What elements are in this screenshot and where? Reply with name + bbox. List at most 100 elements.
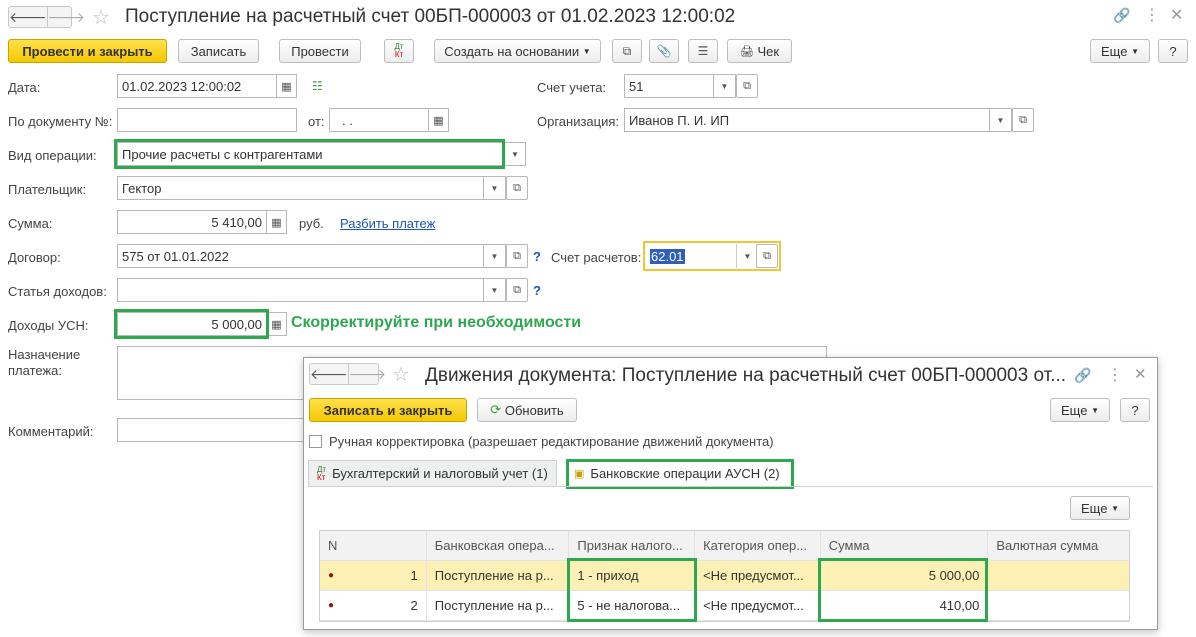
favorite-star-icon[interactable]: ☆ <box>92 5 110 30</box>
post-button[interactable]: Провести <box>279 39 361 63</box>
link-icon[interactable]: 🔗 <box>1074 367 1091 384</box>
list-icon[interactable]: ☰ <box>688 39 718 63</box>
calculator-icon[interactable]: ▦ <box>267 210 287 234</box>
favorite-star-icon[interactable]: ☆ <box>392 362 410 387</box>
contract-input[interactable]: 575 от 01.01.2022 <box>117 244 484 268</box>
column-header[interactable]: Банковская опера... <box>427 531 570 560</box>
attachment-icon[interactable]: 📎 <box>649 39 679 63</box>
open-form-icon[interactable]: ⧉ <box>506 278 528 302</box>
operation-type-select[interactable]: Прочие расчеты с контрагентами <box>117 142 504 166</box>
contract-help-icon[interactable]: ? <box>533 249 541 264</box>
cash-register-icon: 🖨 <box>739 45 754 58</box>
help-button[interactable]: ? <box>1158 39 1188 63</box>
nav-buttons: 🡐 🡒 <box>8 6 85 28</box>
calculator-icon[interactable]: ▦ <box>267 312 287 336</box>
structure-icon[interactable]: ⧉ <box>612 39 642 63</box>
from-date-input[interactable]: . . <box>329 108 429 132</box>
chevron-down-icon: ▼ <box>1111 503 1119 513</box>
date-label: Дата: <box>8 80 41 95</box>
operation-type-label: Вид операции: <box>8 148 97 163</box>
check-label: Чек <box>757 43 780 59</box>
sum-cell: 410,00 <box>821 591 989 620</box>
open-form-icon[interactable]: ⧉ <box>756 244 778 268</box>
calendar-icon[interactable]: ▦ <box>277 74 297 98</box>
column-header[interactable]: Сумма <box>821 531 989 560</box>
open-form-icon[interactable]: ⧉ <box>1012 108 1034 132</box>
account-input[interactable]: 51 <box>624 74 714 98</box>
table-row[interactable]: ● 2 Поступление на р... 5 - не налогова..… <box>320 591 1129 621</box>
chevron-down-icon[interactable]: ▼ <box>736 244 758 268</box>
payer-input[interactable]: Гектор <box>117 176 484 200</box>
chevron-down-icon[interactable]: ▼ <box>504 142 526 166</box>
close-icon[interactable]: ✕ <box>1170 5 1183 25</box>
column-header[interactable]: Признак налого... <box>569 531 696 560</box>
more-vertical-icon[interactable]: ⋮ <box>1107 365 1123 385</box>
open-form-icon[interactable]: ⧉ <box>506 176 528 200</box>
chevron-down-icon: ▼ <box>1091 405 1099 415</box>
more-button[interactable]: Еще ▼ <box>1090 39 1150 63</box>
open-form-icon[interactable]: ⧉ <box>506 244 528 268</box>
modal-more-button[interactable]: Еще ▼ <box>1050 398 1110 422</box>
comment-label: Комментарий: <box>8 424 94 439</box>
movements-table: N Банковская опера... Признак налого... … <box>319 530 1130 622</box>
chevron-down-icon[interactable]: ▼ <box>714 74 736 98</box>
edit-list-icon[interactable]: ☷ <box>312 79 323 93</box>
open-form-icon[interactable]: ⧉ <box>736 74 758 98</box>
settlement-account-label: Счет расчетов: <box>551 250 642 265</box>
table-header: N Банковская опера... Признак налого... … <box>320 531 1129 561</box>
calendar-icon[interactable]: ▦ <box>429 108 449 132</box>
post-and-close-button[interactable]: Провести и закрыть <box>8 39 167 63</box>
sum-cell: 5 000,00 <box>821 561 989 590</box>
chevron-down-icon[interactable]: ▼ <box>484 176 506 200</box>
save-and-close-button[interactable]: Записать и закрыть <box>309 398 467 422</box>
usn-income-input[interactable]: 5 000,00 <box>117 312 267 336</box>
tax-sign-cell: 5 - не налогова... <box>569 591 696 620</box>
grid-more-button[interactable]: Еще ▼ <box>1070 496 1130 520</box>
refresh-button[interactable]: ⟳ Обновить <box>477 398 577 422</box>
split-payment-link[interactable]: Разбить платеж <box>340 216 435 231</box>
doc-number-label: По документу №: <box>8 114 113 129</box>
back-arrow-icon[interactable]: 🡐 <box>310 364 348 384</box>
more-vertical-icon[interactable]: ⋮ <box>1144 5 1160 25</box>
forward-arrow-icon[interactable]: 🡒 <box>46 7 85 27</box>
income-item-input[interactable] <box>117 278 484 302</box>
organization-input[interactable]: Иванов П. И. ИП <box>624 108 990 132</box>
chevron-down-icon: ▼ <box>582 46 591 56</box>
record-dot-icon: ● <box>328 570 335 581</box>
tax-sign-cell: 1 - приход <box>569 561 696 590</box>
tab-accounting[interactable]: Дт Кт Бухгалтерский и налоговый учет (1) <box>308 460 557 486</box>
column-header[interactable]: Валютная сумма <box>988 531 1129 560</box>
manual-correction-checkbox[interactable] <box>309 435 322 448</box>
account-label: Счет учета: <box>537 80 607 95</box>
dt-kt-icon: Дт Кт <box>317 464 327 482</box>
tab-bank-operations[interactable]: ▣ Банковские операции АУСН (2) <box>566 460 788 486</box>
create-based-on-label: Создать на основании <box>444 43 580 59</box>
row-number-cell: ● 2 <box>320 591 427 620</box>
income-item-help-icon[interactable]: ? <box>533 283 541 298</box>
modal-nav-buttons: 🡐 🡒 <box>309 363 386 385</box>
date-input[interactable]: 01.02.2023 12:00:02 <box>117 74 277 98</box>
link-icon[interactable]: 🔗 <box>1113 7 1130 24</box>
modal-title: Движения документа: Поступление на расче… <box>425 365 1067 386</box>
create-based-on-button[interactable]: Создать на основании ▼ <box>434 39 601 63</box>
tab-divider <box>308 486 1153 487</box>
doc-number-input[interactable] <box>117 108 297 132</box>
chevron-down-icon[interactable]: ▼ <box>484 244 506 268</box>
contract-label: Договор: <box>8 250 61 265</box>
modal-help-button[interactable]: ? <box>1120 398 1150 422</box>
sum-input[interactable]: 5 410,00 <box>117 210 267 234</box>
save-button[interactable]: Записать <box>178 39 259 63</box>
check-button[interactable]: 🖨 Чек <box>727 39 792 63</box>
usn-income-label: Доходы УСН: <box>8 318 89 333</box>
back-arrow-icon[interactable]: 🡐 <box>9 7 47 27</box>
forward-arrow-icon[interactable]: 🡒 <box>347 364 386 384</box>
settlement-account-input[interactable]: 62.01 <box>646 244 736 268</box>
chevron-down-icon[interactable]: ▼ <box>990 108 1012 132</box>
table-row[interactable]: ● 1 Поступление на р... 1 - приход <Не пр… <box>320 561 1129 591</box>
column-header[interactable]: N <box>320 531 427 560</box>
chevron-down-icon[interactable]: ▼ <box>484 278 506 302</box>
bank-operation-cell: Поступление на р... <box>427 591 570 620</box>
close-icon[interactable]: ✕ <box>1134 365 1147 383</box>
dt-kt-icon[interactable]: Дт Кт <box>384 39 414 63</box>
column-header[interactable]: Категория опер... <box>695 531 821 560</box>
